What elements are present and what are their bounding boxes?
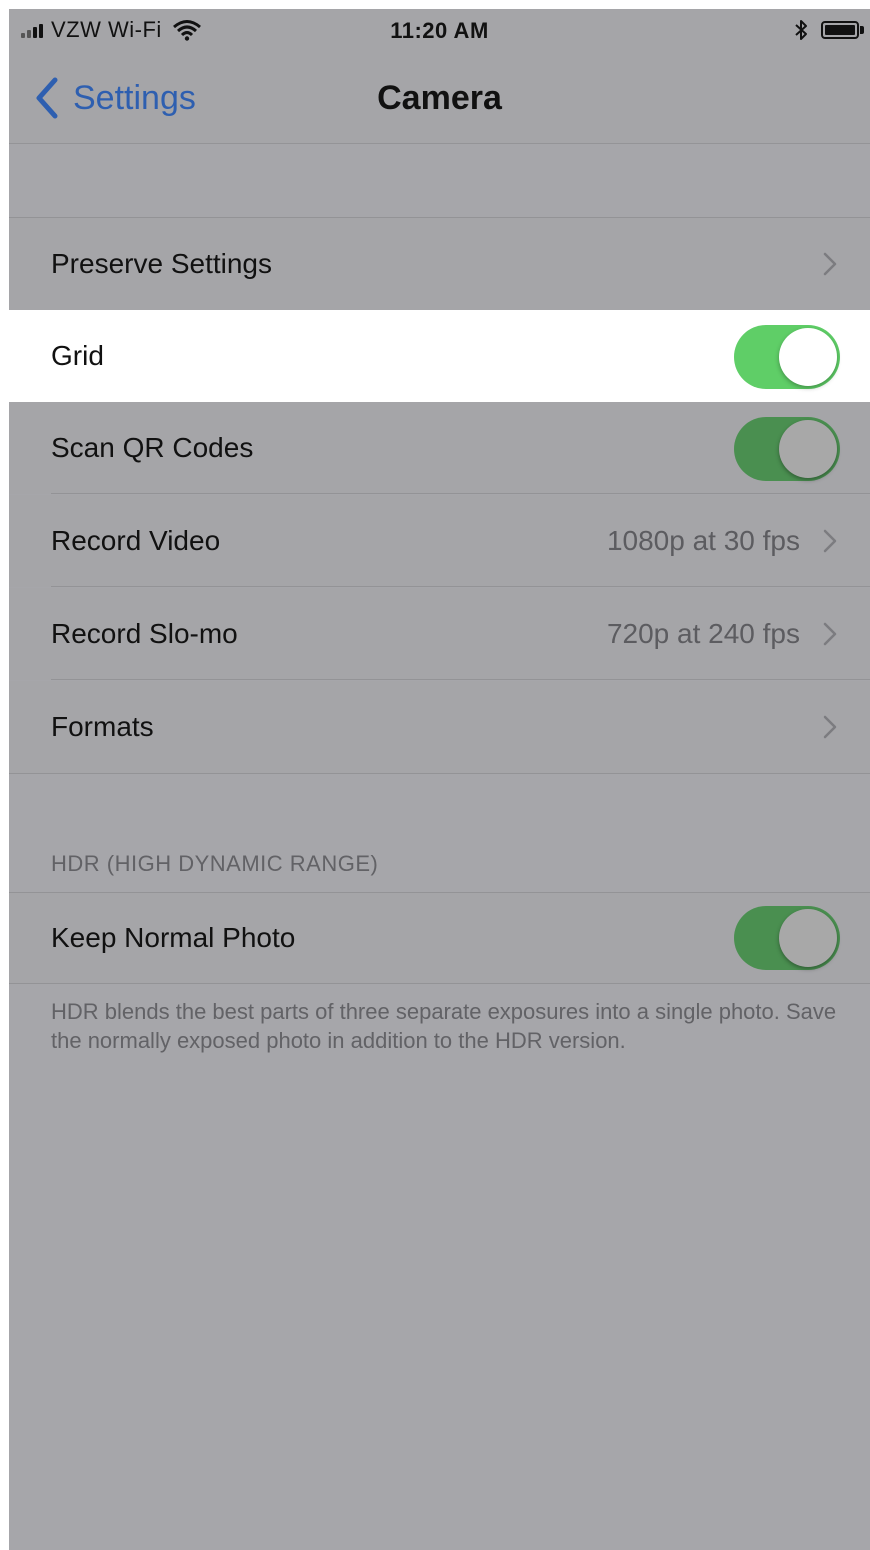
row-label: Keep Normal Photo	[51, 922, 296, 953]
battery-icon	[821, 21, 859, 39]
row-grid[interactable]: Grid	[9, 310, 870, 402]
page-title: Camera	[377, 79, 502, 117]
chevron-right-icon	[823, 252, 837, 276]
scan-qr-codes-toggle[interactable]	[734, 417, 840, 481]
bluetooth-icon	[795, 20, 807, 40]
row-formats[interactable]: Formats	[9, 681, 870, 773]
chevron-right-icon	[823, 622, 837, 646]
group-bottom-separator	[9, 773, 870, 774]
battery-cap	[860, 26, 864, 34]
row-label: Record Slo-mo	[51, 618, 238, 649]
status-right	[793, 18, 864, 42]
camera-settings-screen: VZW Wi-Fi 11:20 AM Settings Camera Prese…	[9, 9, 870, 1550]
chevron-right-icon	[823, 715, 837, 739]
grid-toggle[interactable]	[734, 325, 840, 389]
row-record-video[interactable]: Record Video 1080p at 30 fps	[9, 495, 870, 587]
row-label: Preserve Settings	[51, 248, 272, 279]
toggle-knob	[779, 909, 837, 967]
row-value: 720p at 240 fps	[606, 618, 800, 649]
row-label: Scan QR Codes	[51, 432, 254, 463]
group-bottom-separator	[9, 983, 870, 984]
row-scan-qr-codes[interactable]: Scan QR Codes	[9, 402, 870, 494]
row-separator	[51, 679, 870, 680]
row-label: Record Video	[51, 525, 221, 556]
row-separator	[51, 586, 870, 587]
row-label: Grid	[51, 340, 104, 371]
row-preserve-settings[interactable]: Preserve Settings	[9, 218, 870, 310]
toggle-knob	[779, 420, 837, 478]
keep-normal-photo-toggle[interactable]	[734, 906, 840, 970]
toggle-knob	[779, 328, 837, 386]
section-header-hdr: HDR (HIGH DYNAMIC RANGE)	[51, 851, 379, 876]
row-record-slo-mo[interactable]: Record Slo-mo 720p at 240 fps	[9, 588, 870, 680]
row-separator	[51, 493, 870, 494]
status-bar: VZW Wi-Fi 11:20 AM	[9, 9, 870, 53]
chevron-right-icon	[823, 529, 837, 553]
row-value: 1080p at 30 fps	[606, 525, 800, 556]
row-keep-normal-photo[interactable]: Keep Normal Photo	[9, 893, 870, 983]
hdr-footer-note: HDR blends the best parts of three separ…	[51, 999, 837, 1053]
row-label: Formats	[51, 711, 154, 742]
navigation-bar: Settings Camera	[9, 53, 870, 144]
status-time: 11:20 AM	[390, 18, 489, 43]
